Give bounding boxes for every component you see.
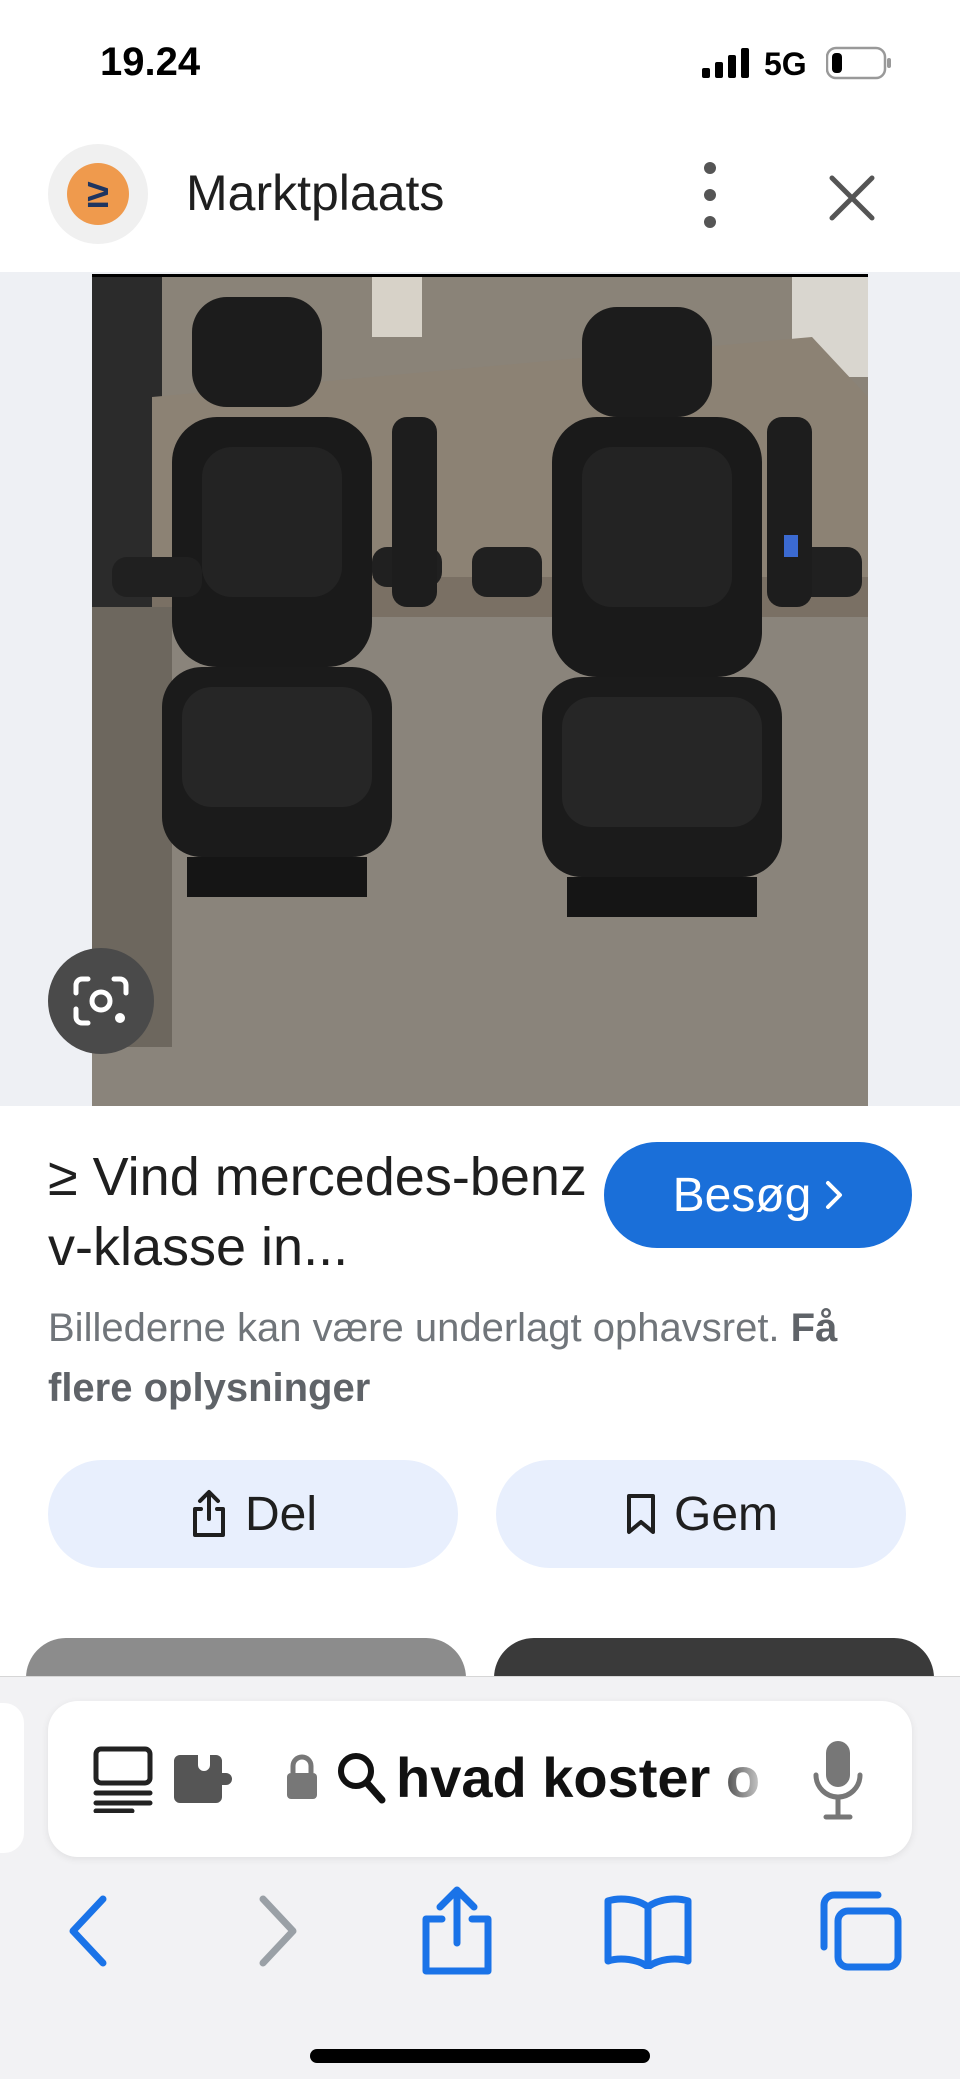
- share-page-button[interactable]: [412, 1883, 502, 1979]
- lens-button[interactable]: [48, 948, 154, 1054]
- visit-button[interactable]: Besøg: [604, 1142, 912, 1248]
- status-time: 19.24: [100, 40, 201, 84]
- microphone-icon[interactable]: [812, 1737, 864, 1821]
- save-label: Gem: [673, 1487, 778, 1541]
- share-icon: [422, 1886, 492, 1975]
- product-photo[interactable]: [92, 274, 868, 1106]
- address-bar[interactable]: hvad koster o: [48, 1701, 912, 1857]
- visit-label: Besøg: [672, 1168, 812, 1222]
- copyright-notice: Billederne kan være underlagt ophavsret.…: [48, 1298, 908, 1418]
- chevron-right-icon: [826, 1181, 843, 1209]
- marktplaats-logo-icon: ≥: [67, 163, 129, 225]
- address-text[interactable]: hvad koster o: [396, 1745, 776, 1810]
- extension-icon[interactable]: [170, 1751, 234, 1807]
- forward-button[interactable]: [240, 1883, 316, 1979]
- source-header: ≥ Marktplaats: [0, 130, 960, 272]
- site-name[interactable]: Marktplaats: [186, 164, 444, 222]
- more-options-icon[interactable]: [686, 150, 734, 240]
- close-icon[interactable]: [822, 168, 882, 228]
- battery-icon: [826, 46, 891, 80]
- home-indicator: [310, 2049, 650, 2063]
- image-preview-area: [0, 272, 960, 1106]
- share-button[interactable]: Del: [48, 1460, 458, 1568]
- save-button[interactable]: Gem: [496, 1460, 906, 1568]
- chevron-left-icon: [69, 1895, 107, 1967]
- related-image-thumbnail[interactable]: [26, 1638, 466, 1678]
- site-logo[interactable]: ≥: [48, 144, 148, 244]
- back-button[interactable]: [50, 1883, 126, 1979]
- share-label: Del: [244, 1487, 318, 1541]
- search-icon: [338, 1753, 386, 1804]
- signal-icon: [702, 48, 749, 78]
- bookmarks-button[interactable]: [600, 1883, 696, 1979]
- google-lens-icon: [73, 976, 129, 1026]
- result-title[interactable]: ≥ Vind mercedes-benz v-klasse in...: [48, 1142, 588, 1282]
- network-label: 5G: [764, 46, 807, 82]
- tabs-icon: [820, 1891, 902, 1971]
- bookmark-icon: [626, 1494, 655, 1534]
- book-icon: [604, 1895, 692, 1969]
- browser-bottom-bar: hvad koster o: [0, 1676, 960, 2079]
- previous-tab-edge[interactable]: [0, 1703, 24, 1853]
- reader-mode-icon[interactable]: [92, 1745, 154, 1813]
- van-seats-photo: [92, 277, 868, 1106]
- share-icon: [192, 1490, 225, 1537]
- lock-icon: [287, 1754, 317, 1799]
- tabs-button[interactable]: [812, 1883, 908, 1979]
- copyright-text: Billederne kan være underlagt ophavsret.: [48, 1306, 780, 1350]
- status-bar: 19.24 5G: [0, 0, 960, 130]
- chevron-right-icon: [259, 1895, 297, 1967]
- related-image-thumbnail[interactable]: [494, 1638, 934, 1678]
